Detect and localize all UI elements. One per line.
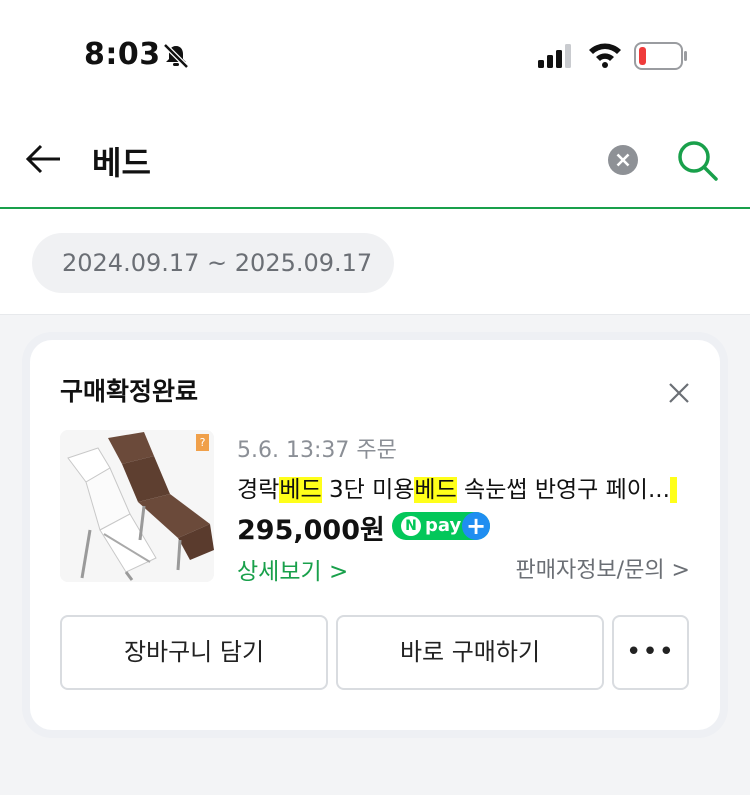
product-name[interactable]: 경락베드 3단 미용베드 속눈썹 반영구 페이...	[237, 470, 678, 504]
wifi-icon	[589, 43, 621, 68]
product-name-highlight: 베드	[279, 477, 322, 503]
detail-link[interactable]: 상세보기 >	[237, 552, 348, 586]
thumbnail-badge: ?	[196, 434, 209, 451]
order-status: 구매확정완료	[60, 377, 199, 406]
product-name-highlight: 베드	[414, 477, 457, 503]
product-name-part: 3단 미용	[321, 477, 415, 503]
product-name-part: 경락	[237, 477, 280, 503]
order-date: 5.6. 13:37 주문	[237, 438, 397, 463]
seller-info-link[interactable]: 판매자정보/문의 >	[515, 552, 690, 584]
date-range-chip[interactable]: 2024.09.17 ~ 2025.09.17	[32, 233, 395, 293]
order-card: 구매확정완료 ? 5.6. 13:37 주문 경락베드 3단 미용베드 속눈썹 …	[30, 340, 720, 730]
search-bar: 베드	[0, 110, 750, 209]
add-to-cart-button[interactable]: 장바구니 담기	[60, 615, 328, 690]
npay-label: pay	[425, 515, 462, 536]
more-options-button[interactable]: •••	[612, 615, 689, 690]
status-time: 8:03	[84, 37, 161, 72]
product-price: 295,000원	[237, 515, 385, 546]
close-icon[interactable]	[668, 382, 690, 404]
buy-now-button[interactable]: 바로 구매하기	[336, 615, 604, 690]
status-bar: 8:03	[0, 0, 750, 110]
bell-slash-icon	[163, 43, 189, 69]
search-icon[interactable]	[675, 138, 719, 182]
product-name-part: 속눈썹 반영구 페이...	[456, 477, 670, 503]
plus-icon: +	[462, 512, 490, 540]
clear-search-icon[interactable]	[607, 144, 639, 176]
beauty-bed-image	[60, 430, 214, 582]
search-input[interactable]: 베드	[92, 138, 151, 184]
product-thumbnail[interactable]	[60, 430, 214, 582]
npay-n-icon: N	[401, 516, 421, 536]
product-name-highlight-tail	[669, 477, 678, 503]
back-arrow-icon[interactable]	[24, 142, 62, 176]
signal-icon	[538, 44, 571, 68]
battery-icon	[634, 42, 687, 70]
date-filter-area: 2024.09.17 ~ 2025.09.17	[0, 209, 750, 315]
npay-plus-badge: Npay +	[392, 512, 490, 540]
